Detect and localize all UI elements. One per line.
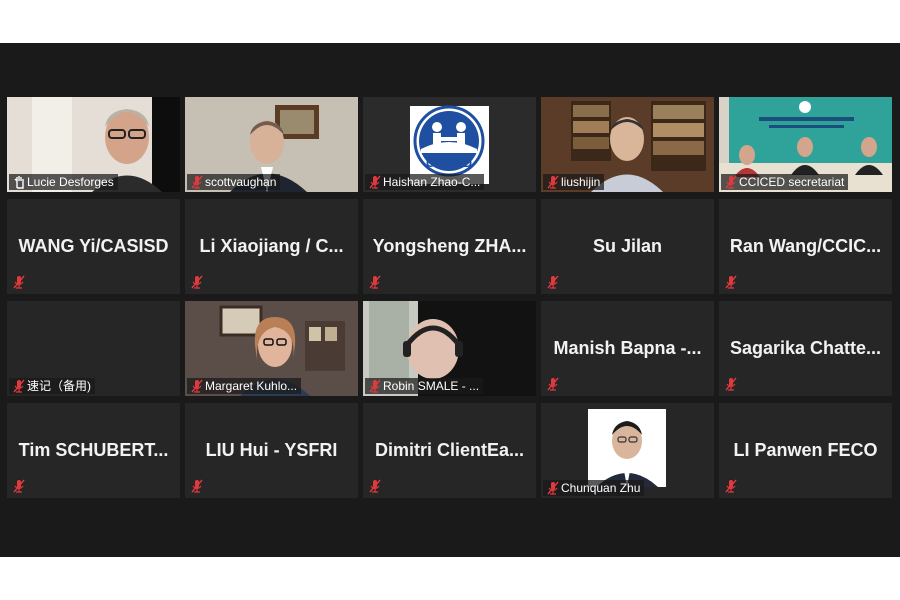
participant-name-label: Robin SMALE - ... <box>365 378 484 394</box>
participant-name-label: Margaret Kuhlo... <box>187 378 302 394</box>
muted-mic-icon <box>725 479 737 493</box>
participant-tile-li-xiaojiang[interactable]: Li Xiaojiang / C... <box>185 199 358 294</box>
muted-mic-icon <box>13 479 25 493</box>
muted-mic-icon <box>13 275 25 289</box>
muted-mic-icon <box>369 479 381 493</box>
participant-name: Manish Bapna -... <box>553 338 702 358</box>
muted-mic-icon <box>725 275 737 289</box>
participant-name: Li Xiaojiang / C... <box>199 236 344 256</box>
participant-tile-cciced-secretariat[interactable]: CCICED secretariat <box>719 97 892 192</box>
participant-name: Dimitri ClientEa... <box>374 440 525 460</box>
participant-name-label: Haishan Zhao-C... <box>365 174 485 190</box>
participant-name-label: 速记（备用) <box>9 378 95 394</box>
participant-tile-liushijin[interactable]: liushijin <box>541 97 714 192</box>
participant-name: Su Jilan <box>592 236 663 256</box>
participant-video <box>588 409 666 487</box>
participant-name-label: CCICED secretariat <box>721 174 849 190</box>
participant-tile-robin-smale[interactable]: Robin SMALE - ... <box>363 301 536 396</box>
muted-mic-icon <box>547 377 559 391</box>
participant-name: Sagarika Chatte... <box>729 338 882 358</box>
participant-tile-lucie-desforges[interactable]: Lucie Desforges <box>7 97 180 192</box>
muted-mic-icon <box>191 479 203 493</box>
raised-hand-icon <box>14 176 24 189</box>
muted-mic-icon <box>547 175 559 189</box>
participant-tile-margaret-kuhlow[interactable]: Margaret Kuhlo... <box>185 301 358 396</box>
participant-tile-manish-bapna[interactable]: Manish Bapna -... <box>541 301 714 396</box>
svg-text:CCICED: CCICED <box>426 156 472 170</box>
participant-tile-haishan-zhao[interactable]: CCICED Haishan Zhao-C... <box>363 97 536 192</box>
muted-mic-icon <box>369 175 381 189</box>
muted-mic-icon <box>547 481 559 495</box>
muted-mic-icon <box>369 275 381 289</box>
participant-tile-ran-wang[interactable]: Ran Wang/CCIC... <box>719 199 892 294</box>
participant-name-label: scottvaughan <box>187 174 281 190</box>
participant-tile-dimitri[interactable]: Dimitri ClientEa... <box>363 403 536 498</box>
participant-name-label: Chunquan Zhu <box>543 480 645 496</box>
portrait-photo <box>588 409 666 487</box>
participant-name: Tim SCHUBERT... <box>18 440 169 460</box>
participant-tile-wang-yi[interactable]: WANG Yi/CASISD <box>7 199 180 294</box>
participant-name: WANG Yi/CASISD <box>18 236 169 256</box>
participant-tile-suji[interactable]: 速记（备用) <box>7 301 180 396</box>
meeting-window: Lucie Desforges scottvaughan CCICED Hais… <box>0 43 900 557</box>
participant-tile-chunquan-zhu[interactable]: Chunquan Zhu <box>541 403 714 498</box>
participant-name-label: liushijin <box>543 174 605 190</box>
muted-mic-icon <box>369 379 381 393</box>
muted-mic-icon <box>725 377 737 391</box>
muted-mic-icon <box>547 275 559 289</box>
participant-tile-li-panwen[interactable]: LI Panwen FECO <box>719 403 892 498</box>
muted-mic-icon <box>191 175 203 189</box>
muted-mic-icon <box>191 379 203 393</box>
participant-name: LI Panwen FECO <box>733 440 878 460</box>
gallery-grid: Lucie Desforges scottvaughan CCICED Hais… <box>7 97 892 501</box>
participant-tile-scottvaughan[interactable]: scottvaughan <box>185 97 358 192</box>
participant-tile-yongsheng-zha[interactable]: Yongsheng ZHA... <box>363 199 536 294</box>
muted-mic-icon <box>13 379 25 393</box>
muted-mic-icon <box>191 275 203 289</box>
participant-tile-liu-hui[interactable]: LIU Hui - YSFRI <box>185 403 358 498</box>
participant-name: Yongsheng ZHA... <box>372 236 527 256</box>
participant-name-label: Lucie Desforges <box>9 174 118 190</box>
participant-tile-sagarika-chatterjee[interactable]: Sagarika Chatte... <box>719 301 892 396</box>
muted-mic-icon <box>725 175 737 189</box>
participant-name: LIU Hui - YSFRI <box>205 440 338 460</box>
participant-tile-su-jilan[interactable]: Su Jilan <box>541 199 714 294</box>
participant-name: Ran Wang/CCIC... <box>729 236 882 256</box>
participant-tile-tim-schubert[interactable]: Tim SCHUBERT... <box>7 403 180 498</box>
